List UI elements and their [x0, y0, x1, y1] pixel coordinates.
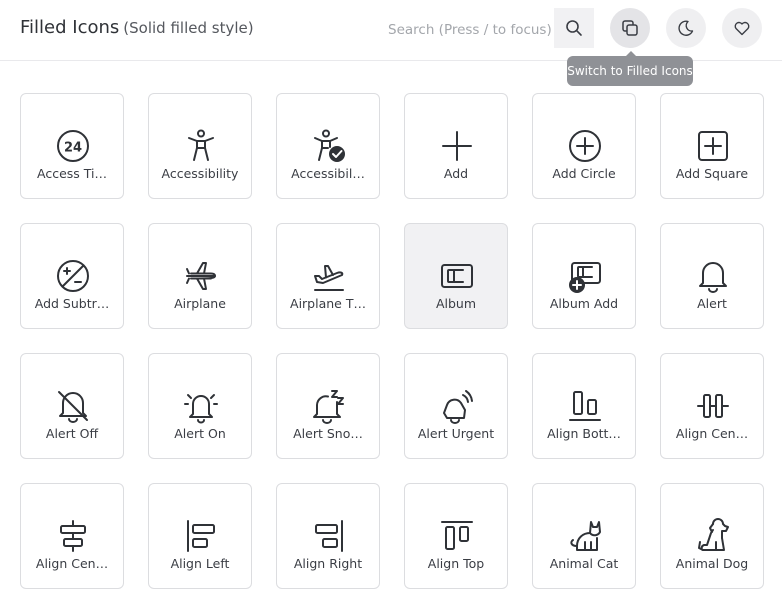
icon-card[interactable]: Add Square — [660, 93, 764, 199]
align-center-vertical-icon — [60, 520, 86, 552]
dark-mode-button[interactable] — [666, 8, 706, 48]
icon-label: Align Top — [427, 556, 485, 571]
align-center-horizontal-icon — [697, 394, 729, 418]
icon-card[interactable]: Alert Off — [20, 353, 124, 459]
icon-card[interactable]: Align Cen… — [660, 353, 764, 459]
title-subtitle: (Solid filled style) — [123, 19, 254, 37]
icon-card[interactable]: Align Right — [276, 483, 380, 589]
icon-label: Add Subtr… — [34, 296, 110, 311]
icon-card[interactable]: Accessibility — [148, 93, 252, 199]
icon-card[interactable]: 24 Access Ti… — [20, 93, 124, 199]
icon-card[interactable]: Align Cen… — [20, 483, 124, 589]
icon-label: Alert On — [174, 426, 226, 441]
page-title: Filled Icons (Solid filled style) — [20, 17, 254, 38]
icon-card[interactable]: Animal Dog — [660, 483, 764, 589]
alert-off-icon — [58, 391, 88, 423]
access-time-24-icon: 24 — [57, 130, 89, 162]
icon-card[interactable]: Alert On — [148, 353, 252, 459]
icon-card[interactable]: Align Bott… — [532, 353, 636, 459]
icon-card[interactable]: Add Subtr… — [20, 223, 124, 329]
icon-label: Airplane — [174, 296, 226, 311]
icon-label: Align Right — [293, 556, 363, 571]
alert-urgent-icon — [443, 390, 473, 424]
align-right-icon — [315, 520, 343, 552]
icon-label: Access Ti… — [37, 166, 107, 181]
icon-label: Align Bott… — [547, 426, 621, 441]
icon-card[interactable]: Alert — [660, 223, 764, 329]
heart-icon — [734, 21, 750, 36]
icon-card[interactable]: Add — [404, 93, 508, 199]
icon-label: Align Left — [170, 556, 230, 571]
tooltip: Switch to Filled Icons — [567, 51, 693, 86]
icon-grid: 24 Access Ti… Accessibility Accessibil… — [20, 93, 764, 589]
add-square-icon — [698, 131, 728, 161]
icon-card[interactable]: Add Circle — [532, 93, 636, 199]
search-icon — [566, 20, 582, 36]
top-bar: Filled Icons (Solid filled style) — [0, 0, 782, 61]
icon-card[interactable]: Album — [404, 223, 508, 329]
animal-cat-icon — [570, 521, 601, 551]
accessibility-icon — [188, 129, 214, 161]
search-button[interactable] — [554, 8, 594, 48]
icon-card[interactable]: Airplane T… — [276, 223, 380, 329]
align-bottom-icon — [569, 391, 601, 421]
align-top-icon — [441, 521, 473, 550]
icon-card[interactable]: Accessibil… — [276, 93, 380, 199]
icon-label: Add — [443, 166, 469, 181]
copy-filled-icon — [622, 20, 638, 36]
icon-card[interactable]: Airplane — [148, 223, 252, 329]
icon-label: Album — [435, 296, 477, 311]
airplane-take-off-icon — [314, 265, 344, 291]
alert-icon — [699, 262, 727, 293]
icon-card[interactable]: Alert Urgent — [404, 353, 508, 459]
icon-card[interactable]: Album Add — [532, 223, 636, 329]
accessibility-checkmark-icon — [314, 129, 345, 162]
icon-card[interactable]: Animal Cat — [532, 483, 636, 589]
icon-label: Accessibil… — [291, 166, 365, 181]
align-left-icon — [187, 520, 215, 552]
favorites-button[interactable] — [722, 8, 762, 48]
alert-on-icon — [184, 394, 218, 424]
icon-label: Accessibility — [161, 166, 239, 181]
icon-label: Align Cen… — [675, 426, 749, 441]
icon-label: Airplane T… — [290, 296, 366, 311]
icon-label: Alert Off — [45, 426, 99, 441]
switch-style-button[interactable] — [610, 8, 650, 48]
add-subtract-circle-icon — [57, 260, 89, 292]
airplane-icon — [186, 262, 216, 290]
icon-card[interactable]: Alert Sno… — [276, 353, 380, 459]
add-circle-icon — [569, 130, 601, 162]
search-input[interactable] — [378, 11, 554, 48]
icon-label: Alert — [697, 296, 727, 311]
icon-label: Alert Sno… — [293, 426, 363, 441]
icon-label: Animal Cat — [549, 556, 619, 571]
icon-label: Alert Urgent — [417, 426, 495, 441]
album-icon — [441, 264, 473, 288]
icon-label: Album Add — [549, 296, 619, 311]
icon-label: Align Cen… — [35, 556, 109, 571]
svg-text:24: 24 — [64, 141, 82, 156]
add-icon — [442, 131, 472, 161]
icon-label: Add Square — [675, 166, 749, 181]
alert-snooze-icon — [313, 390, 344, 424]
icon-label: Animal Dog — [675, 556, 749, 571]
icon-card[interactable]: Align Left — [148, 483, 252, 589]
animal-dog-icon — [698, 518, 729, 551]
icon-card[interactable]: Align Top — [404, 483, 508, 589]
album-add-icon — [569, 262, 601, 293]
title-text: Filled Icons — [20, 17, 120, 38]
moon-icon — [678, 20, 694, 36]
icon-label: Add Circle — [552, 166, 616, 181]
